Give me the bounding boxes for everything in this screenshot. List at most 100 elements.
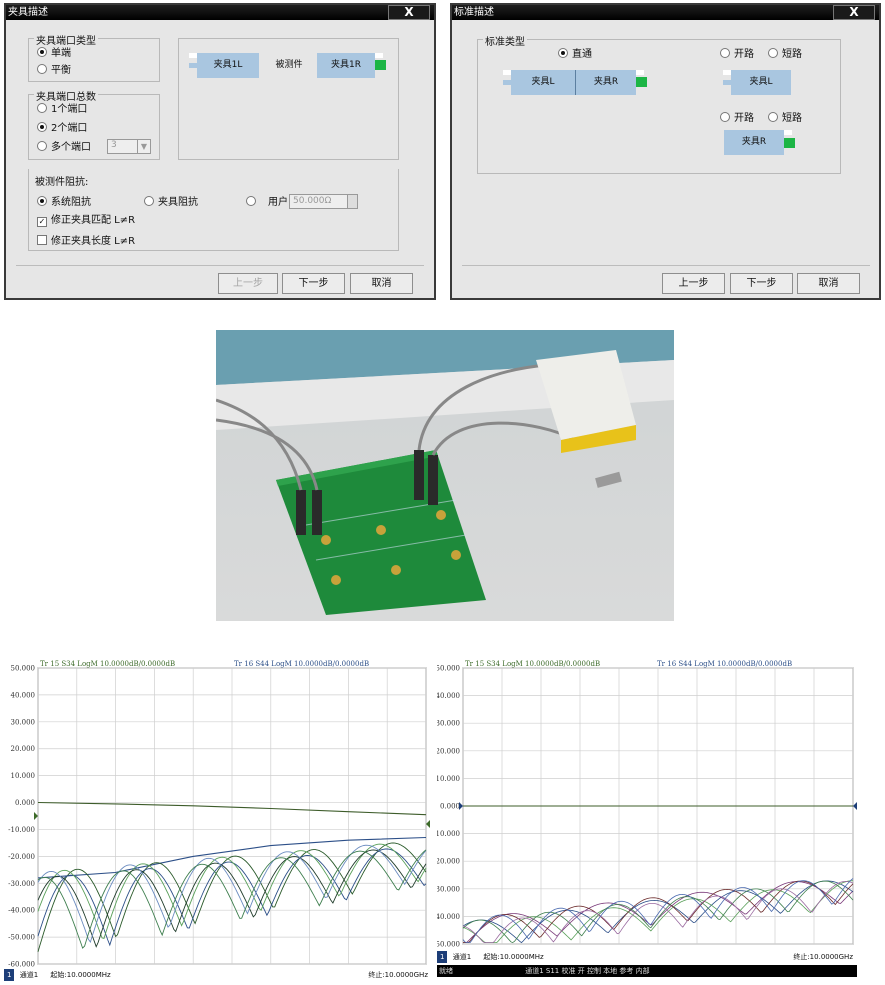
- impedance-spinner[interactable]: [347, 194, 358, 209]
- port-pad-green: [375, 60, 386, 70]
- channel-badge: 1: [4, 969, 15, 981]
- start-frequency: 起始:10.0000MHz: [50, 971, 111, 979]
- legend-entry: Tr 16 S44 LogM 10.0000dB/0.0000dB: [657, 660, 792, 668]
- port-tab: [636, 70, 644, 75]
- port-tab: [784, 130, 792, 135]
- y-tick-label: 20.000: [437, 747, 460, 755]
- check-fixture-match[interactable]: ✓ 修正夹具匹配 L≠R: [37, 215, 135, 227]
- fixture-l-block: 夹具L: [731, 70, 791, 95]
- y-tick-label: 30.000: [11, 718, 36, 726]
- port-tab: [189, 53, 197, 58]
- reference-marker-icon: [853, 802, 857, 810]
- radio-2-port[interactable]: 2个端口: [37, 122, 87, 135]
- legend-entry: Tr 16 S44 LogM 10.0000dB/0.0000dB: [234, 660, 369, 668]
- ready-status: 就绪: [439, 967, 453, 975]
- radio-fixture-impedance[interactable]: 夹具阻抗: [144, 196, 198, 209]
- instrument-status-bar: 就绪 通道1 S11 校准 开 控制 本地 参考 内部: [437, 965, 857, 977]
- dut-impedance-group: 被测件阻抗: 系统阻抗 夹具阻抗 用户 50.000Ω ✓ 修正夹具匹配 L≠R …: [28, 169, 399, 251]
- reference-marker-icon: [34, 812, 38, 820]
- y-tick-label: 0.000: [15, 799, 35, 807]
- y-tick-label: 0.000: [440, 803, 460, 811]
- y-tick-label: 30.000: [437, 720, 460, 728]
- port-tab: [375, 53, 383, 58]
- radio-short-r[interactable]: 短路: [768, 112, 802, 125]
- radio-indicator: [768, 112, 778, 122]
- radio-system-impedance[interactable]: 系统阻抗: [37, 196, 91, 209]
- fixture-diagram-panel: 夹具1L 被测件 夹具1R: [178, 38, 399, 160]
- chevron-down-icon: ▼: [137, 140, 150, 153]
- vna-chart-left: 50.000 40.000 30.000 20.000 10.000 0.000 -10.0…: [0, 648, 432, 985]
- radio-multi-port[interactable]: 多个端口: [37, 141, 91, 154]
- cancel-button[interactable]: 取消: [797, 273, 860, 294]
- y-tick-label: -30.000: [437, 885, 460, 893]
- stop-frequency: 终止:10.0000GHz: [793, 953, 853, 961]
- next-button[interactable]: 下一步: [730, 273, 793, 294]
- radio-short-l[interactable]: 短路: [768, 48, 802, 61]
- y-tick-label: -40.000: [8, 907, 35, 915]
- vna-chart-right: 50.000 40.000 30.000 20.000 10.000 0.000 -10.0…: [437, 648, 857, 985]
- radio-thru[interactable]: 直通: [558, 48, 592, 61]
- next-button[interactable]: 下一步: [282, 273, 345, 294]
- radio-1-port[interactable]: 1个端口: [37, 103, 87, 116]
- standard-type-group: 标准类型 直通 夹具L 夹具R 开路 短路 夹具L 开路 短路 夹具R: [477, 33, 841, 174]
- fixture-photo: [215, 330, 674, 621]
- port-count-legend: 夹具端口总数: [34, 88, 98, 103]
- port-tab: [503, 80, 511, 85]
- back-button[interactable]: 上一步: [218, 273, 278, 294]
- close-button[interactable]: X: [833, 5, 875, 20]
- radio-indicator: [37, 64, 47, 74]
- thru-fixture-r-block: 夹具R: [576, 70, 636, 95]
- y-tick-label: -10.000: [8, 826, 35, 834]
- multi-port-count-select[interactable]: 3 ▼: [107, 139, 151, 154]
- y-tick-label: 10.000: [11, 772, 36, 780]
- standard-description-dialog: 标准描述 X 标准类型 直通 夹具L 夹具R 开路 短路 夹具L 开路 短路 夹…: [450, 3, 881, 300]
- y-tick-label: -30.000: [8, 880, 35, 888]
- reference-marker-icon: [426, 820, 430, 828]
- radio-user-impedance[interactable]: 用户: [246, 196, 288, 209]
- instrument-info: 通道1 S11 校准 开 控制 本地 参考 内部: [525, 967, 650, 975]
- legend-entry: Tr 15 S34 LogM 10.0000dB/0.0000dB: [40, 660, 175, 668]
- y-tick-label: -10.000: [437, 830, 460, 838]
- y-tick-label: 50.000: [437, 665, 460, 673]
- port-pad-green: [784, 138, 795, 148]
- fixture-r-block: 夹具R: [724, 130, 784, 155]
- radio-indicator: [37, 103, 47, 113]
- y-tick-label: 40.000: [11, 691, 36, 699]
- user-impedance-input[interactable]: 50.000Ω: [289, 194, 348, 209]
- y-tick-label: -40.000: [437, 913, 460, 921]
- check-fixture-length[interactable]: 修正夹具长度 L≠R: [37, 235, 135, 248]
- radio-indicator: [37, 141, 47, 151]
- radio-open-l[interactable]: 开路: [720, 48, 754, 61]
- close-button[interactable]: X: [388, 5, 430, 20]
- impedance-legend: 被测件阻抗:: [35, 177, 89, 188]
- y-tick-label: 50.000: [11, 665, 36, 673]
- y-tick-label: 10.000: [437, 775, 460, 783]
- y-tick-label: 40.000: [437, 692, 460, 700]
- chart-status-bar: 1 通道1 起始:10.0000MHz 终止:10.0000GHz: [437, 951, 857, 963]
- thru-fixture-l-block: 夹具L: [511, 70, 575, 95]
- dut-label: 被测件: [275, 60, 303, 70]
- standard-type-legend: 标准类型: [483, 33, 527, 48]
- radio-selected-indicator: [37, 122, 47, 132]
- fixture-description-dialog: 夹具描述 X 夹具端口类型 单端 平衡 夹具端口总数 1个端口 2个端口 多个端…: [4, 3, 436, 300]
- radio-balanced[interactable]: 平衡: [37, 64, 71, 77]
- back-button[interactable]: 上一步: [662, 273, 725, 294]
- y-tick-label: -50.000: [437, 941, 460, 949]
- port-tab: [723, 70, 731, 75]
- port-tab: [723, 80, 731, 85]
- fixture-1r-block: 夹具1R: [317, 53, 375, 78]
- radio-indicator: [144, 196, 154, 206]
- radio-single-ended[interactable]: 单端: [37, 47, 71, 60]
- checkbox-checked-icon: ✓: [37, 217, 47, 227]
- dialog-title-bar: 标准描述 X: [452, 5, 879, 20]
- port-tab: [503, 70, 511, 75]
- radio-indicator: [246, 196, 256, 206]
- port-tab: [189, 63, 197, 68]
- radio-indicator: [720, 48, 730, 58]
- divider: [462, 265, 870, 266]
- radio-open-r[interactable]: 开路: [720, 112, 754, 125]
- y-tick-label: -60.000: [8, 961, 35, 969]
- cancel-button[interactable]: 取消: [350, 273, 413, 294]
- radio-selected-indicator: [558, 48, 568, 58]
- y-tick-label: 20.000: [11, 745, 36, 753]
